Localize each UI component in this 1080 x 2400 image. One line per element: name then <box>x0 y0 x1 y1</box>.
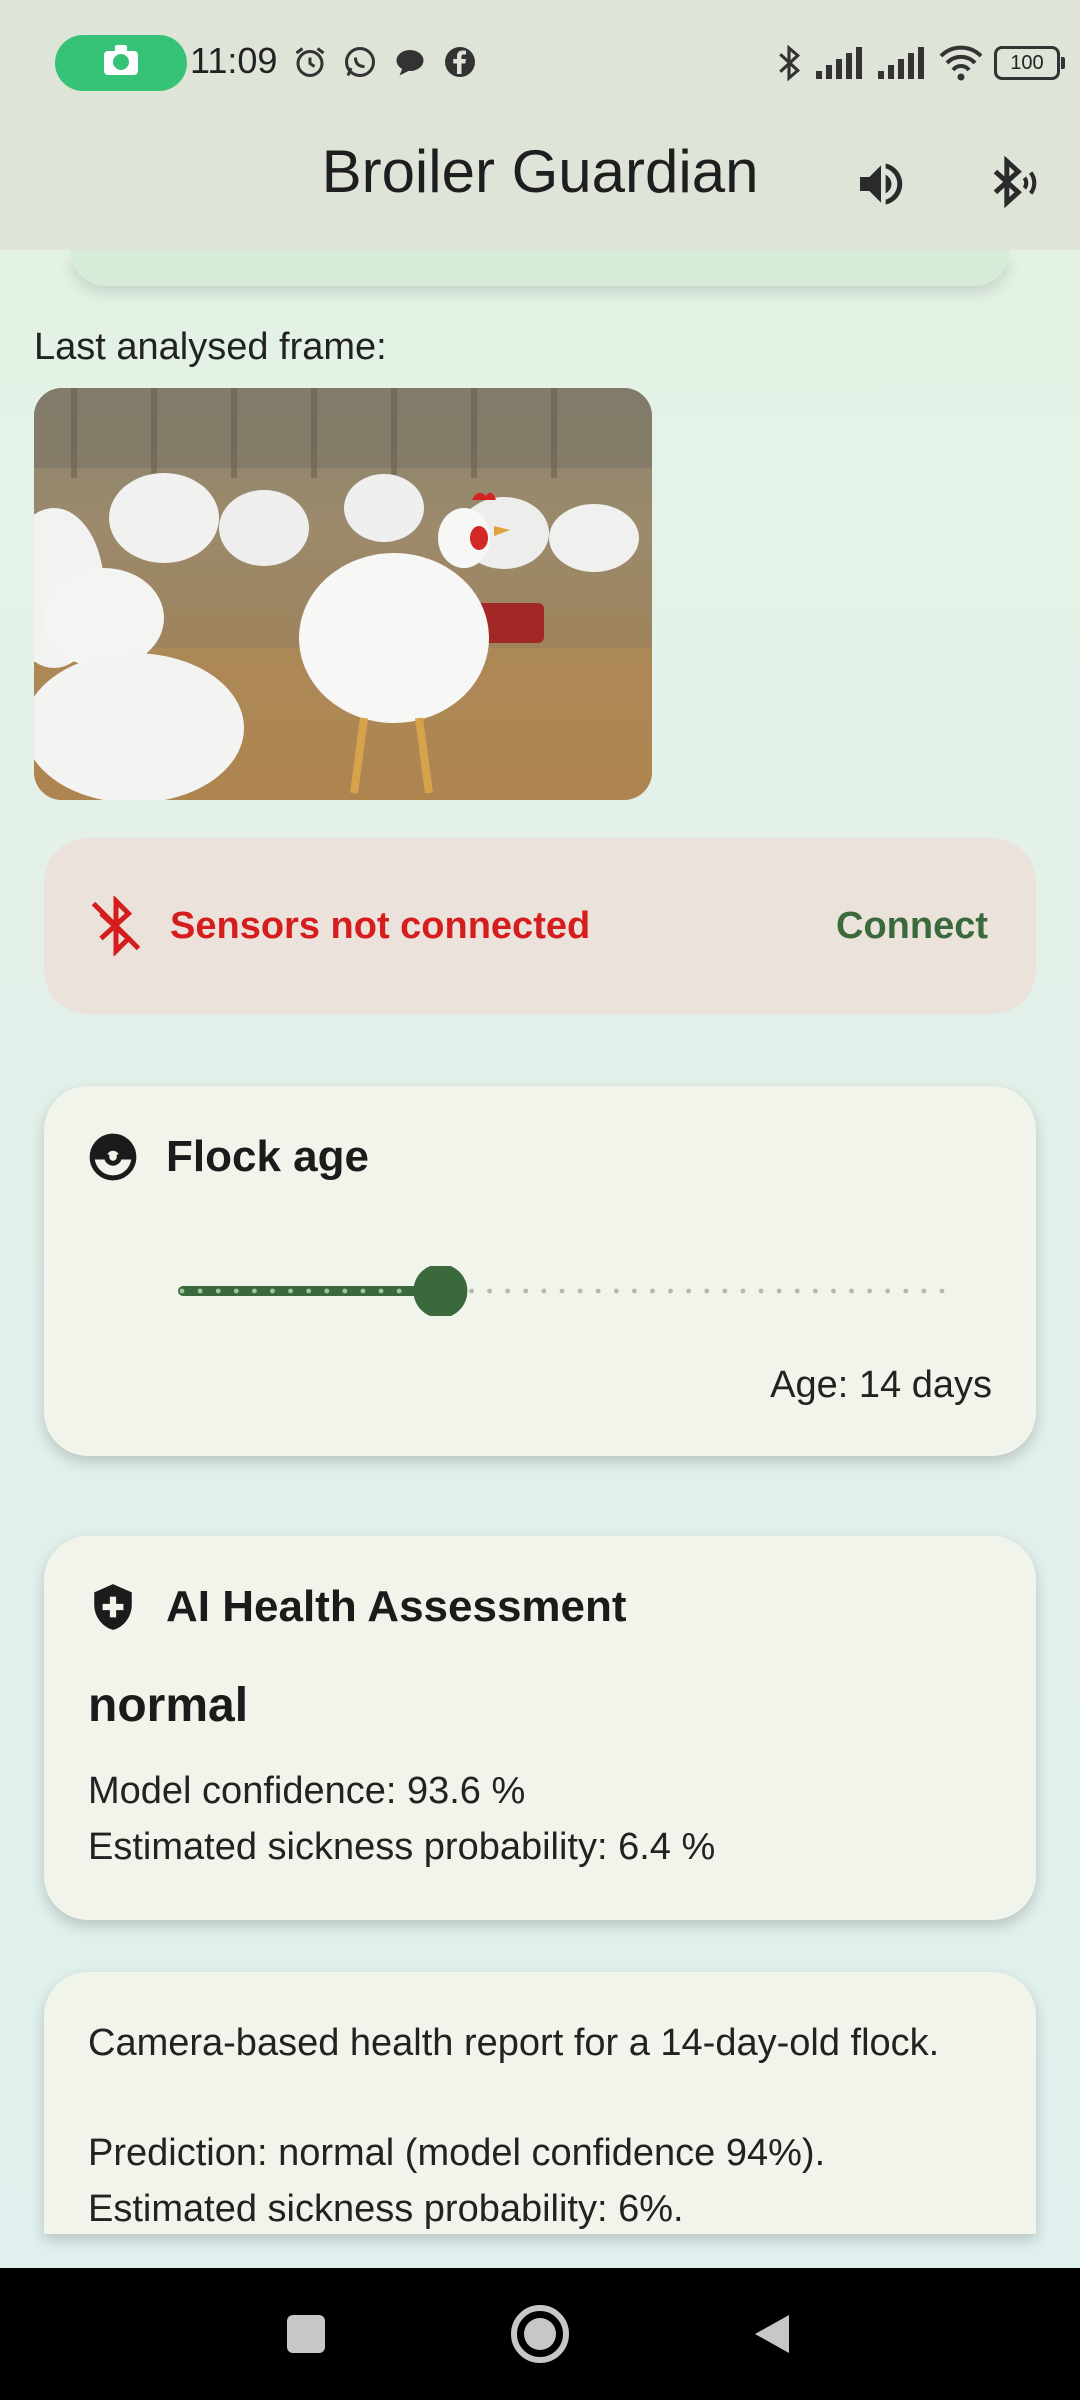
slider-tick <box>776 1288 782 1294</box>
age-value-label: Age: 14 days <box>770 1364 992 1406</box>
egg-timer-icon <box>89 1133 137 1181</box>
slider-tick <box>812 1288 818 1294</box>
slider-tick <box>487 1288 493 1294</box>
slider-tick <box>559 1288 565 1294</box>
recents-button[interactable] <box>266 2294 346 2374</box>
slider-tick <box>631 1288 637 1294</box>
home-button[interactable] <box>500 2294 580 2374</box>
back-button[interactable] <box>732 2294 812 2374</box>
flock-age-card: Flock age Age: 14 days <box>44 1086 1036 1456</box>
alarm-icon <box>295 47 325 77</box>
flock-age-header: Flock age <box>88 1132 369 1182</box>
slider-tick <box>867 1288 873 1294</box>
report-line-2: Prediction: normal (model confidence 94%… <box>88 2132 826 2174</box>
slider-tick <box>505 1288 511 1294</box>
square-recents-icon <box>287 2315 325 2353</box>
slider-tick <box>523 1288 529 1294</box>
sound-button[interactable] <box>845 148 917 220</box>
app-bar: Broiler Guardian <box>0 124 1080 250</box>
sickness-probability-text: Estimated sickness probability: 6.4 % <box>88 1826 716 1868</box>
slider-tick <box>740 1288 746 1294</box>
slider-tick-active <box>342 1288 348 1294</box>
slider-tick-active <box>251 1288 257 1294</box>
facebook-icon <box>445 47 475 77</box>
slider-tick-active <box>306 1288 312 1294</box>
slider-tick-active <box>270 1288 275 1294</box>
last-frame-label: Last analysed frame: <box>34 326 387 368</box>
screen-recorder-pill[interactable] <box>55 35 187 91</box>
slider-tick <box>903 1288 909 1294</box>
slider-tick <box>921 1288 927 1294</box>
triangle-back-icon <box>755 2315 789 2353</box>
health-shield-icon <box>94 1584 132 1630</box>
slider-tick <box>722 1288 728 1294</box>
slider-tick-active <box>233 1288 239 1294</box>
slider-tick <box>541 1288 547 1294</box>
wifi-icon <box>939 45 983 81</box>
slider-tick-active <box>378 1288 384 1294</box>
volume-icon <box>860 163 903 205</box>
slider-tick-active <box>360 1288 366 1294</box>
signal-icon-2 <box>878 47 924 79</box>
whatsapp-icon <box>345 47 375 77</box>
slider-tick <box>885 1288 891 1294</box>
status-right-group: 100 <box>774 38 1065 88</box>
age-slider[interactable] <box>152 1266 972 1316</box>
model-confidence-text: Model confidence: 93.6 % <box>88 1770 526 1812</box>
app-title: Broiler Guardian <box>321 138 759 205</box>
slider-tick <box>595 1288 601 1294</box>
camera-icon <box>104 45 138 75</box>
slider-tick-active <box>197 1288 203 1294</box>
ai-health-card: AI Health Assessment normal Model confid… <box>44 1536 1036 1920</box>
slider-tick-active <box>396 1288 402 1294</box>
previous-card-edge <box>70 250 1010 286</box>
health-status: normal <box>88 1679 249 1732</box>
bluetooth-audio-button[interactable] <box>976 148 1048 220</box>
bluetooth-audio-icon <box>993 155 1037 209</box>
connect-button[interactable]: Connect <box>836 838 988 1014</box>
sensor-status-text: Sensors not connected <box>170 905 591 947</box>
slider-tick <box>831 1288 836 1294</box>
slider-tick <box>758 1288 764 1294</box>
bluetooth-icon <box>779 44 801 82</box>
slider-tick <box>613 1288 619 1294</box>
last-frame-image <box>34 388 652 800</box>
slider-tick <box>650 1288 655 1294</box>
bluetooth-disabled-icon <box>91 896 141 956</box>
slider-tick-active <box>324 1288 330 1294</box>
ai-health-header: AI Health Assessment <box>88 1582 627 1632</box>
flock-age-title: Flock age <box>166 1132 369 1181</box>
slider-tick-active <box>215 1288 221 1294</box>
slider-tick <box>686 1288 692 1294</box>
slider-thumb[interactable] <box>413 1266 468 1316</box>
slider-tick <box>794 1288 800 1294</box>
sensor-status-banner: Sensors not connected Connect <box>44 838 1036 1014</box>
health-report-card: Camera-based health report for a 14-day-… <box>44 1972 1036 2234</box>
slider-tick-active <box>288 1288 293 1294</box>
status-bar: 11:09 100 <box>0 0 1080 124</box>
ai-health-title: AI Health Assessment <box>166 1582 627 1631</box>
slider-tick <box>469 1288 474 1294</box>
report-line-1: Camera-based health report for a 14-day-… <box>88 2022 940 2064</box>
chat-bubble-icon <box>396 50 424 76</box>
system-navigation-bar <box>0 2268 1080 2400</box>
signal-icon <box>816 47 862 79</box>
slider-tick <box>849 1288 854 1294</box>
chicken-photo <box>34 388 652 800</box>
clock: 11:09 <box>190 40 278 81</box>
slider-tick-active <box>179 1288 185 1294</box>
slider-tick <box>577 1288 583 1294</box>
report-line-3: Estimated sickness probability: 6%. <box>88 2188 684 2230</box>
slider-tick <box>939 1288 945 1294</box>
circle-home-icon <box>511 2305 569 2363</box>
slider-tick <box>668 1288 673 1294</box>
battery-indicator: 100 <box>994 46 1065 80</box>
slider-tick <box>704 1288 710 1294</box>
